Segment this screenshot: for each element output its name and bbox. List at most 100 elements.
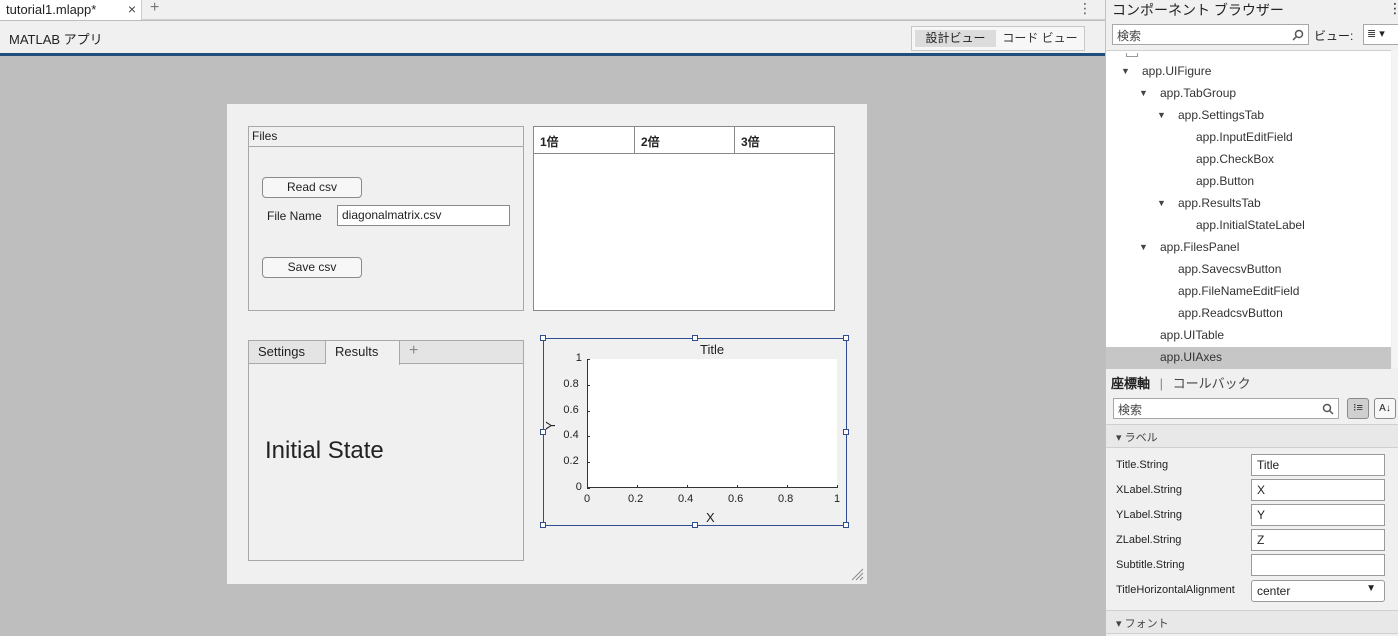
resize-handle[interactable] — [540, 429, 546, 435]
file-name-field[interactable]: diagonalmatrix.csv — [337, 205, 510, 226]
property-value-field[interactable]: X — [1251, 479, 1385, 501]
component-search-input[interactable]: 検索 — [1112, 24, 1309, 45]
tree-node[interactable]: app.UIFigure — [1142, 64, 1211, 78]
tree-node[interactable]: app.FilesPanel — [1160, 240, 1239, 254]
property-value-field[interactable]: Y — [1251, 504, 1385, 526]
y-tick-label: 0.2 — [563, 455, 579, 468]
property-label: Subtitle.String — [1116, 559, 1185, 571]
x-tick-label: 0 — [584, 493, 591, 505]
expand-arrow-icon[interactable]: ▼ — [1121, 66, 1130, 76]
x-tick-mark — [787, 485, 788, 488]
x-tick-mark — [687, 485, 688, 488]
y-tick-mark — [587, 359, 590, 360]
y-tick-mark — [587, 436, 590, 437]
expand-arrow-icon[interactable]: ▼ — [1157, 198, 1166, 208]
tree-node[interactable]: app.FileNameEditField — [1178, 284, 1299, 298]
expand-arrow-icon[interactable]: ▼ — [1139, 88, 1148, 98]
section-font-title: フォント — [1124, 618, 1169, 630]
x-tick-label: 1 — [834, 493, 841, 505]
add-tab-icon[interactable]: + — [150, 0, 159, 17]
tab-settings[interactable]: Settings — [249, 341, 326, 364]
tree-node[interactable]: app.CheckBox — [1196, 152, 1274, 166]
component-browser-panel: コンポーネント ブラウザー ⋮ 検索 ビュー: ≣ ▾ ▼ app.UIFigur… — [1105, 0, 1398, 636]
view-toggle: 設計ビュー コード ビュー — [911, 26, 1085, 51]
tree-node[interactable]: app.UIAxes — [1160, 350, 1222, 364]
x-tick-label: 0.2 — [628, 493, 644, 505]
more-options-icon[interactable]: ⋮ — [1078, 0, 1092, 17]
more-options-icon[interactable]: ⋮ — [1388, 0, 1398, 17]
tree-node[interactable]: app.ResultsTab — [1178, 196, 1261, 210]
resize-handle[interactable] — [692, 522, 698, 528]
section-label-header[interactable]: ▾ ラベル — [1106, 424, 1398, 448]
alignment-dropdown[interactable]: center ▼ — [1251, 580, 1385, 602]
document-tab[interactable]: tutorial1.mlapp* × — [0, 0, 142, 20]
tree-node[interactable]: app.UITable — [1160, 328, 1224, 342]
x-tick-label: 0.6 — [728, 493, 744, 505]
document-tab-strip: tutorial1.mlapp* × + ⋮ — [0, 0, 1105, 20]
tree-node[interactable]: app.ReadcsvButton — [1178, 306, 1283, 320]
section-font-header[interactable]: ▾ フォント — [1106, 610, 1398, 634]
document-tab-label: tutorial1.mlapp* — [6, 2, 97, 17]
y-tick-label: 0.8 — [563, 377, 579, 390]
y-tick-label: 0.4 — [563, 429, 579, 442]
files-panel-title: Files — [249, 127, 523, 147]
code-view-button[interactable]: コード ビュー — [998, 30, 1082, 47]
file-name-label: File Name — [267, 209, 322, 223]
tab-axes[interactable]: 座標軸 — [1111, 376, 1150, 391]
tree-node[interactable]: app.TabGroup — [1160, 86, 1236, 100]
read-csv-button[interactable]: Read csv — [262, 177, 362, 198]
tree-selection-highlight — [1106, 347, 1391, 369]
tab-bar: Settings Results + — [249, 341, 523, 365]
x-tick-mark — [637, 485, 638, 488]
table-column-header[interactable]: 3倍 — [735, 127, 834, 154]
y-tick-mark — [587, 385, 590, 386]
tree-scrollbar[interactable] — [1392, 50, 1398, 368]
property-label: ZLabel.String — [1116, 534, 1182, 546]
resize-handle[interactable] — [692, 335, 698, 341]
app-title: MATLAB アプリ — [9, 32, 103, 47]
chevron-down-icon: ▾ — [1376, 28, 1385, 40]
resize-handle[interactable] — [843, 429, 849, 435]
ui-table[interactable]: 1倍 2倍 3倍 — [533, 126, 835, 311]
y-tick-label: 1 — [575, 352, 582, 364]
table-column-header[interactable]: 1倍 — [534, 127, 635, 154]
resize-grip-icon[interactable] — [850, 567, 864, 581]
table-column-header[interactable]: 2倍 — [635, 127, 735, 154]
view-selector[interactable]: ≣ ▾ — [1363, 24, 1398, 45]
resize-handle[interactable] — [843, 522, 849, 528]
resize-handle[interactable] — [843, 335, 849, 341]
sort-alpha-icon[interactable]: A↓ — [1374, 398, 1396, 419]
plot-area[interactable] — [587, 359, 837, 488]
tree-node[interactable]: app.SavecsvButton — [1178, 262, 1281, 276]
y-tick-mark — [587, 488, 590, 489]
tree-node[interactable]: app.InputEditField — [1196, 130, 1293, 144]
tree-node[interactable]: app.InitialStateLabel — [1196, 218, 1305, 232]
tree-node[interactable]: app.SettingsTab — [1178, 108, 1264, 122]
group-view-icon[interactable]: ⁝≡ — [1347, 398, 1369, 419]
tree-node[interactable]: app.Button — [1196, 174, 1254, 188]
tab-group[interactable]: Settings Results + Initial State — [248, 340, 524, 561]
x-tick-label: 0.8 — [778, 493, 794, 505]
files-panel[interactable]: Files Read csv File Name diagonalmatrix.… — [248, 126, 524, 311]
section-label-title: ラベル — [1124, 432, 1158, 444]
property-value-field[interactable]: Z — [1251, 529, 1385, 551]
component-tree[interactable]: ▼ app.UIFigure ▼ app.TabGroup ▼ app.SettingsT… — [1106, 50, 1391, 369]
tab-results[interactable]: Results — [326, 341, 400, 365]
design-view-button[interactable]: 設計ビュー — [915, 30, 996, 47]
view-label: ビュー: — [1314, 29, 1354, 43]
property-search-input[interactable]: 検索 — [1113, 398, 1339, 419]
property-label: XLabel.String — [1116, 484, 1183, 496]
tab-callbacks[interactable]: コールバック — [1173, 376, 1251, 391]
expand-arrow-icon[interactable]: ▼ — [1139, 242, 1148, 252]
y-axis-label: Y — [542, 421, 558, 430]
property-value-field[interactable] — [1251, 554, 1385, 576]
property-value-field[interactable]: Title — [1251, 454, 1385, 476]
resize-handle[interactable] — [540, 335, 546, 341]
add-tab-icon[interactable]: + — [409, 342, 418, 360]
property-label: YLabel.String — [1116, 509, 1183, 521]
close-icon[interactable]: × — [128, 1, 136, 17]
resize-handle[interactable] — [540, 522, 546, 528]
save-csv-button[interactable]: Save csv — [262, 257, 362, 278]
expand-arrow-icon[interactable]: ▼ — [1157, 110, 1166, 120]
search-placeholder: 検索 — [1117, 29, 1142, 43]
